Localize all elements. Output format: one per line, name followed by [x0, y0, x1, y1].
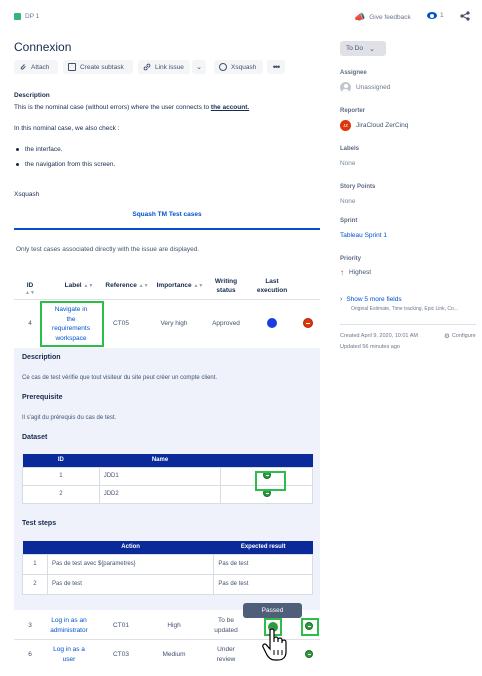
priority-label: Priority: [340, 256, 362, 262]
link-icon: [143, 63, 151, 71]
status-dropdown[interactable]: To Do ⌄: [340, 41, 386, 56]
reporter-field[interactable]: JZ JiraCloud ZerCinq: [340, 120, 408, 131]
chevron-down-icon: ⌄: [196, 64, 202, 71]
table-row: 1 Pas de test avec ${parametres} Pas de …: [22, 553, 313, 575]
description-line[interactable]: This is the nominal case (without errors…: [14, 104, 249, 111]
execution-status-running-icon[interactable]: [267, 318, 277, 328]
highlight-box: [301, 618, 319, 636]
link-issue-dropdown[interactable]: ⌄: [192, 60, 206, 74]
passed-tooltip: Passed: [243, 603, 302, 618]
table-header: ID ▲▼ Label ▲▼ Reference ▲▼ Importance ▲…: [14, 275, 320, 299]
table-header: Action Expected result: [22, 541, 313, 554]
sprint-label: Sprint: [340, 218, 358, 224]
more-icon: •••: [272, 62, 281, 72]
execute-test-icon[interactable]: [305, 650, 313, 658]
story-points-label: Story Points: [340, 184, 376, 190]
updated-date: Updated 56 minutes ago: [340, 344, 400, 350]
table-row: 2 Pas de test Pas de test: [22, 573, 313, 595]
paperclip-icon: [19, 63, 27, 71]
configure-button[interactable]: ⚙ Configure: [444, 332, 476, 340]
sprint-link[interactable]: Tableau Sprint 1: [340, 232, 387, 239]
xsquash-button[interactable]: Xsquash: [214, 60, 263, 74]
watchers-count: 1: [440, 12, 444, 19]
reporter-label: Reporter: [340, 108, 366, 114]
detail-description-heading: Description: [22, 354, 61, 361]
arrow-up-icon: ↑: [340, 268, 344, 277]
bullet-list: the interface. the navigation from this …: [16, 142, 115, 171]
avatar: [340, 82, 351, 93]
gear-icon: ⚙: [444, 333, 450, 340]
give-feedback-button[interactable]: 📣 Give feedback: [354, 12, 411, 23]
tab-squash-tm-test-cases[interactable]: Squash TM Test cases: [14, 211, 320, 230]
avatar: JZ: [340, 120, 351, 131]
hand-cursor-icon: [262, 628, 288, 664]
test-cases-note: Only test cases associated directly with…: [16, 246, 200, 253]
issue-title[interactable]: Connexion: [14, 40, 71, 54]
megaphone-icon: 📣: [354, 12, 366, 22]
list-item: the interface.: [16, 142, 115, 156]
execution-status-failed-icon[interactable]: [303, 318, 313, 328]
create-subtask-button[interactable]: Create subtask: [63, 60, 133, 74]
created-date: Created April 9, 2020, 10:01 AM: [340, 333, 418, 339]
breadcrumb[interactable]: DP 1: [14, 13, 39, 20]
column-header-importance[interactable]: Importance ▲▼: [154, 282, 206, 289]
watchers-button[interactable]: 1: [427, 12, 444, 19]
test-case-label-link[interactable]: Log in as an administrator: [40, 616, 98, 636]
highlight-box: [40, 301, 104, 347]
subtask-icon: [68, 63, 76, 71]
list-item: the navigation from this screen.: [16, 157, 115, 171]
priority-field[interactable]: ↑ Highest: [340, 268, 371, 277]
column-header-reference[interactable]: Reference ▲▼: [102, 282, 152, 289]
test-steps-heading: Test steps: [22, 520, 57, 527]
prerequisite-text: Il s'agit du prérequis du cas de test.: [22, 415, 117, 421]
attach-button[interactable]: Attach: [14, 60, 58, 74]
story-icon: [14, 13, 21, 20]
link-issue-button[interactable]: Link issue: [138, 60, 190, 74]
story-points-value[interactable]: None: [340, 198, 356, 205]
more-actions-button[interactable]: •••: [267, 60, 285, 74]
chevron-right-icon: ›: [340, 296, 343, 303]
test-steps-table: Action Expected result 1 Pas de test ave…: [22, 541, 313, 595]
labels-label: Labels: [340, 146, 360, 152]
show-more-fields-button[interactable]: › Show 5 more fields Original Estimate, …: [340, 296, 458, 312]
column-header-last-execution[interactable]: Last execution: [252, 277, 292, 295]
detail-description-text: Ce cas de test vérifie que tout visiteur…: [22, 375, 218, 381]
table-header: ID Name: [22, 454, 313, 467]
highlight-box: [255, 471, 286, 491]
squash-icon: [219, 63, 227, 71]
issue-key[interactable]: DP 1: [25, 13, 39, 20]
dataset-heading: Dataset: [22, 434, 48, 441]
description-line-2: In this nominal case, we also check :: [14, 125, 120, 132]
chevron-down-icon: ⌄: [368, 45, 375, 53]
eye-icon: [427, 12, 437, 19]
account-link[interactable]: the account.: [211, 104, 249, 111]
xsquash-heading: Xsquash: [14, 191, 40, 198]
share-icon[interactable]: [460, 11, 470, 23]
assignee-field[interactable]: Unassigned: [340, 82, 390, 93]
column-header-writing-status[interactable]: Writing status: [208, 277, 244, 295]
column-header-id[interactable]: ID ▲▼: [22, 282, 38, 296]
description-heading: Description: [14, 92, 50, 99]
test-case-label-link[interactable]: Log in as a user: [40, 645, 98, 665]
prerequisite-heading: Prerequisite: [22, 394, 63, 401]
labels-value[interactable]: None: [340, 160, 356, 167]
sidebar-divider: [340, 324, 476, 325]
assignee-label: Assignee: [340, 70, 367, 76]
column-header-label[interactable]: Label ▲▼: [54, 282, 104, 289]
